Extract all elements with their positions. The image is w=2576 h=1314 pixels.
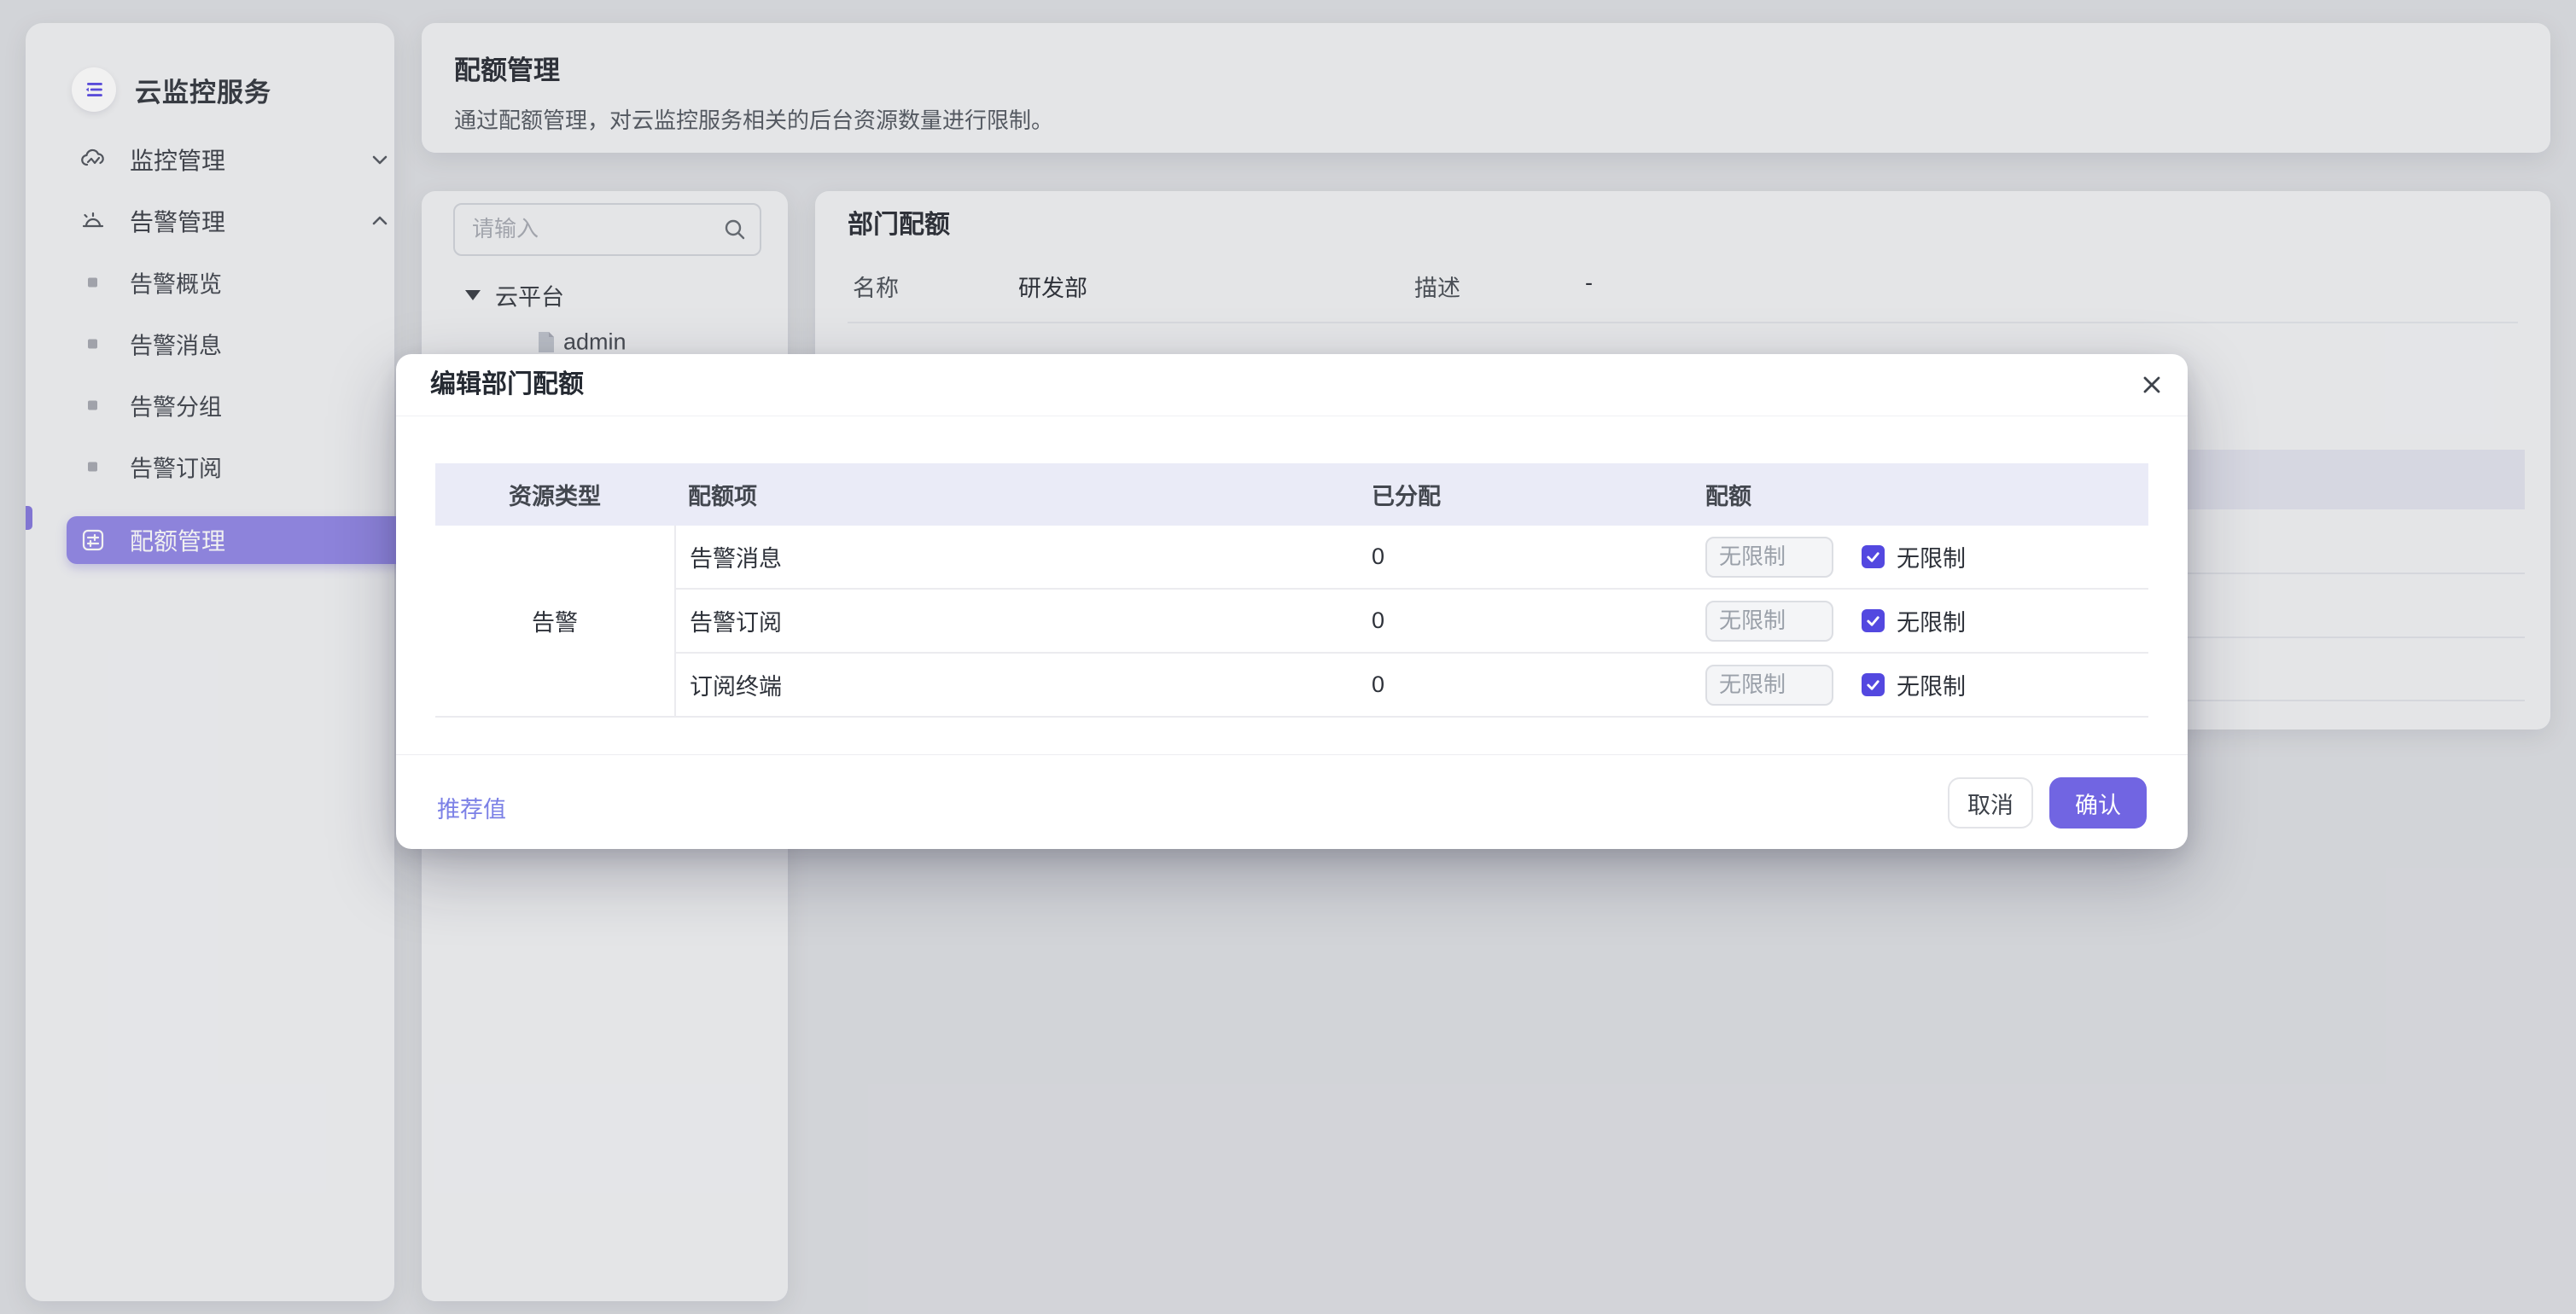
- allocated-value: 0: [1358, 672, 1692, 698]
- modal-header: 编辑部门配额: [396, 354, 2188, 416]
- quota-item-label: 订阅终端: [676, 668, 1358, 701]
- unlimited-checkbox[interactable]: [1862, 609, 1885, 632]
- unlimited-checkbox[interactable]: [1862, 673, 1885, 696]
- cancel-button[interactable]: 取消: [1948, 777, 2033, 829]
- resource-type-cell: 告警: [435, 526, 676, 716]
- column-header-quota-item: 配额项: [674, 478, 1358, 511]
- quota-table-header: 资源类型 配额项 已分配 配额: [435, 463, 2148, 526]
- allocated-value: 0: [1358, 544, 1692, 570]
- quota-table: 资源类型 配额项 已分配 配额 告警 告警消息 0: [435, 463, 2148, 718]
- recommended-values-link[interactable]: 推荐值: [437, 791, 506, 824]
- confirm-button[interactable]: 确认: [2049, 777, 2147, 829]
- unlimited-label: 无限制: [1897, 540, 1966, 573]
- unlimited-checkbox[interactable]: [1862, 545, 1885, 568]
- unlimited-label: 无限制: [1897, 668, 1966, 701]
- allocated-value: 0: [1358, 608, 1692, 634]
- quota-input[interactable]: [1705, 665, 1833, 706]
- quota-input[interactable]: [1705, 537, 1833, 578]
- modal-actions: 取消 确认: [1948, 777, 2147, 829]
- close-icon: [2138, 371, 2165, 398]
- column-header-quota: 配额: [1692, 478, 2148, 511]
- modal-footer-divider: [396, 754, 2188, 755]
- quota-management-page: { "colors": { "brand_purple": "#5f50e6",…: [0, 0, 2576, 1314]
- column-header-allocated: 已分配: [1358, 478, 1692, 511]
- quota-item-label: 告警消息: [676, 540, 1358, 573]
- table-row: 告警订阅 0 无限制: [676, 588, 2148, 652]
- quota-input[interactable]: [1705, 601, 1833, 642]
- quota-item-label: 告警订阅: [676, 604, 1358, 637]
- close-button[interactable]: [2135, 368, 2169, 402]
- quota-table-body: 告警 告警消息 0 无限制 告警: [435, 526, 2148, 718]
- edit-quota-modal: 编辑部门配额 资源类型 配额项 已分配 配额 告警 告警消息 0: [396, 354, 2188, 849]
- unlimited-label: 无限制: [1897, 604, 1966, 637]
- column-header-resource-type: 资源类型: [435, 478, 674, 511]
- table-row: 告警消息 0 无限制: [676, 526, 2148, 588]
- table-row: 订阅终端 0 无限制: [676, 652, 2148, 716]
- modal-title: 编辑部门配额: [430, 354, 584, 416]
